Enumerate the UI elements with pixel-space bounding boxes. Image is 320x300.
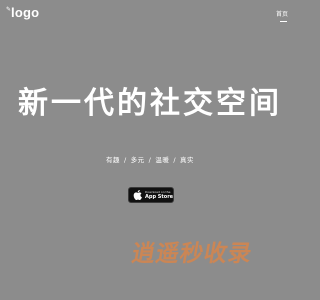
hero-title: 新一代的社交空间 bbox=[18, 86, 282, 121]
tagline-item: 多元 bbox=[130, 156, 145, 164]
tagline-item: 温暖 bbox=[155, 156, 170, 164]
nav-home-link[interactable]: 首页 bbox=[276, 11, 288, 18]
tagline-item: 有趣 bbox=[105, 156, 120, 164]
tagline-separator: / bbox=[148, 156, 152, 164]
tagline-separator: / bbox=[123, 156, 127, 164]
tagline-item: 真实 bbox=[180, 156, 195, 164]
nav-active-underline bbox=[280, 21, 287, 22]
watermark: 逍遥秒收录 bbox=[129, 241, 255, 267]
tagline-separator: / bbox=[173, 156, 177, 164]
app-store-big-label: App Store bbox=[145, 194, 174, 200]
logo-text: logo bbox=[11, 5, 40, 20]
app-store-text: Download on the App Store bbox=[145, 190, 173, 200]
app-store-button[interactable]: Download on the App Store bbox=[128, 187, 174, 203]
apple-icon bbox=[133, 190, 142, 200]
logo[interactable]: ✎ logo bbox=[6, 6, 39, 19]
tagline: 有趣 / 多元 / 温暖 / 真实 bbox=[0, 156, 300, 165]
